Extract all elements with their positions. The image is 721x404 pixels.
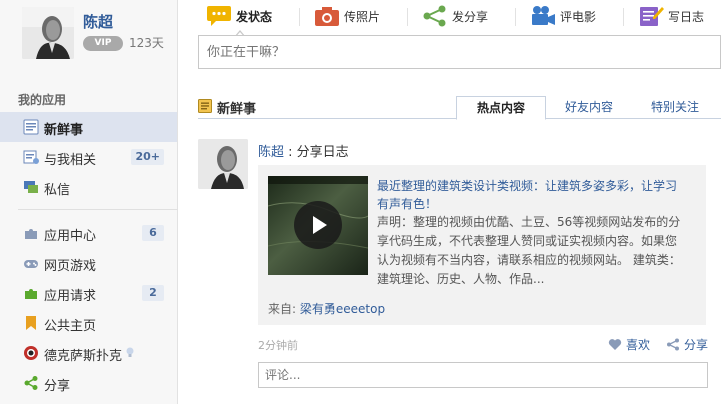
sidebar-item-news[interactable]: 新鲜事 (0, 112, 177, 142)
sidebar-item-label: 私信 (44, 183, 71, 198)
upload-photo-button[interactable]: 传照片 (314, 3, 380, 29)
sidebar-item-app-requests[interactable]: 应用请求 2 (0, 278, 177, 308)
news-icon (23, 119, 39, 135)
camera-icon (314, 4, 340, 28)
gamepad-icon (24, 260, 38, 268)
review-movie-button[interactable]: 评电影 (530, 3, 596, 29)
sidebar-item-label: 德克萨斯扑克 (44, 349, 123, 364)
section-title: 我的应用 (18, 93, 67, 107)
post-share-button[interactable]: 发分享 (422, 3, 488, 29)
sidebar-item-label: 新鲜事 (44, 123, 84, 138)
sidebar-item-texas-poker[interactable]: 德克萨斯扑克 (0, 338, 177, 368)
separator (299, 8, 300, 26)
shared-content-card: 最近整理的建筑类设计类视频：让建筑多姿多彩，让学习有声有色！ 声明：整理的视频由… (258, 165, 706, 325)
sidebar-item-label: 网页游戏 (44, 259, 97, 274)
divider (18, 209, 178, 210)
feed-title: 新鲜事 (217, 102, 257, 117)
notification-badge: 2 (142, 285, 164, 301)
post-share-label: 发分享 (452, 9, 489, 24)
tab-friends[interactable]: 好友内容 (554, 96, 624, 120)
sidebar-item-related[interactable]: 与我相关 20+ (0, 142, 177, 172)
tab-special[interactable]: 特别关注 (638, 96, 712, 120)
chat-bubble-icon (206, 4, 232, 28)
like-label: 喜欢 (626, 338, 651, 352)
puzzle-green-icon (25, 289, 37, 299)
status-input[interactable] (198, 35, 721, 69)
sidebar-item-label: 分享 (44, 379, 71, 394)
separator (515, 8, 516, 26)
entry-action: : 分享日志 (284, 145, 349, 160)
puzzle-icon (25, 229, 37, 239)
news-feed-icon (198, 99, 212, 113)
sidebar-item-public-pages[interactable]: 公共主页 (0, 308, 177, 338)
share-source-label: 来自: (268, 302, 300, 316)
share-title-link[interactable]: 最近整理的建筑类设计类视频：让建筑多姿多彩，让学习有声有色！ (377, 177, 687, 213)
sidebar: 陈超 VIP 123天 我的应用 新鲜事 与我相关 20+ 私信 应用中心 6 … (0, 0, 178, 404)
share-action-label: 分享 (684, 338, 709, 352)
publisher-bar: 发状态 传照片 发分享 评电影 写日志 (198, 0, 721, 36)
entry-title: 陈超 : 分享日志 (258, 141, 349, 160)
share-description: 声明：整理的视频由优酷、土豆、56等视频网站发布的分享代码生成，不代表整理人赞同… (377, 215, 681, 286)
share-source-link[interactable]: 梁有勇eeeetop (300, 302, 385, 316)
sidebar-item-label: 公共主页 (44, 319, 97, 334)
entry-avatar[interactable] (198, 139, 248, 189)
post-status-button[interactable]: 发状态 (206, 3, 272, 29)
vip-days: 123天 (129, 36, 164, 50)
share-icon (24, 376, 38, 390)
notification-badge: 20+ (131, 149, 164, 165)
poker-chip-icon (24, 346, 38, 360)
feed-header: 新鲜事 热点内容 好友内容 特别关注 (198, 94, 721, 120)
share-action-button[interactable]: 分享 (666, 336, 708, 353)
tab-hot[interactable]: 热点内容 (456, 96, 546, 120)
pencil-note-icon (638, 4, 664, 28)
vip-badge: VIP (83, 36, 123, 51)
sidebar-item-messages[interactable]: 私信 (0, 172, 177, 202)
upload-photo-label: 传照片 (344, 9, 381, 24)
lightbulb-icon (126, 347, 134, 357)
notification-badge: 6 (142, 225, 164, 241)
profile-name[interactable]: 陈超 (83, 11, 113, 32)
share-icon (422, 4, 448, 28)
write-blog-button[interactable]: 写日志 (638, 3, 704, 29)
share-small-icon (667, 338, 679, 351)
review-movie-label: 评电影 (560, 9, 597, 24)
sidebar-item-label: 应用中心 (44, 229, 97, 244)
post-status-label: 发状态 (236, 9, 273, 24)
like-button[interactable]: 喜欢 (608, 336, 650, 353)
vip-label: VIP (94, 38, 112, 48)
write-blog-label: 写日志 (668, 9, 705, 24)
message-icon (24, 181, 38, 193)
share-source: 来自: 梁有勇eeeetop (268, 300, 385, 317)
sidebar-item-app-center[interactable]: 应用中心 6 (0, 218, 177, 248)
sidebar-item-label: 与我相关 (44, 153, 97, 168)
timestamp: 2分钟前 (258, 339, 298, 352)
bookmark-icon (26, 316, 36, 330)
sidebar-item-share[interactable]: 分享 (0, 368, 177, 398)
comment-input[interactable] (258, 362, 708, 388)
entry-author-link[interactable]: 陈超 (258, 145, 284, 160)
heart-icon (608, 339, 622, 350)
separator (623, 8, 624, 26)
sidebar-item-label: 应用请求 (44, 289, 97, 304)
sidebar-item-web-games[interactable]: 网页游戏 (0, 248, 177, 278)
movie-camera-icon (530, 4, 556, 28)
related-icon (23, 150, 39, 164)
video-thumbnail[interactable] (268, 176, 368, 275)
avatar[interactable] (22, 7, 74, 59)
profile-card: 陈超 VIP 123天 (22, 7, 172, 59)
separator (407, 8, 408, 26)
